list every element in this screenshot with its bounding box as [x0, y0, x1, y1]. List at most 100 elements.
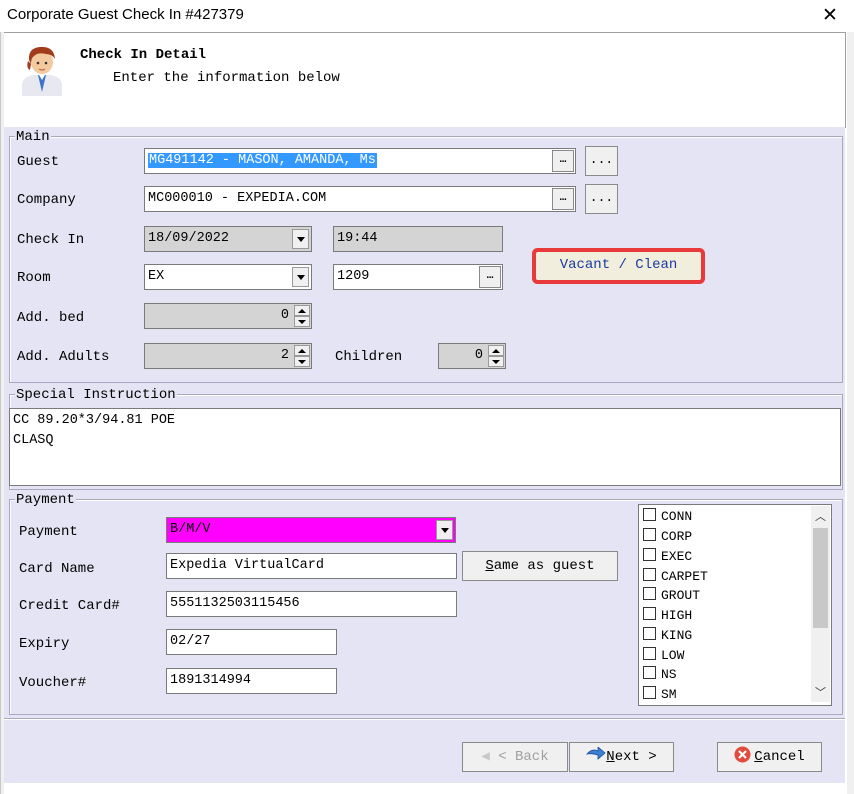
voucher-field[interactable]: 1891314994	[166, 668, 337, 694]
checkbox[interactable]	[643, 627, 656, 640]
add-adults-stepper[interactable]: 2	[144, 343, 312, 369]
preference-label: CARPET	[661, 569, 708, 584]
payment-label: Payment	[19, 524, 78, 540]
room-status-badge: Vacant / Clean	[536, 252, 701, 280]
special-instruction-textarea[interactable]: CC 89.20*3/94.81 POE CLASQ	[9, 408, 841, 486]
checkbox[interactable]	[643, 587, 656, 600]
next-arrow-icon	[586, 746, 606, 760]
card-name-label: Card Name	[19, 561, 95, 577]
back-label: < Back	[498, 749, 549, 765]
add-bed-value: 0	[280, 308, 289, 323]
spin-up-icon[interactable]	[294, 305, 310, 316]
add-bed-spinner[interactable]	[294, 305, 310, 327]
payment-method-select[interactable]: B/M/V	[166, 517, 456, 543]
checkbox[interactable]	[643, 686, 656, 699]
spin-up-icon[interactable]	[294, 345, 310, 356]
expiry-field[interactable]: 02/27	[166, 629, 337, 655]
check-in-time-field[interactable]: 19:44	[333, 226, 503, 252]
spin-down-icon[interactable]	[488, 356, 504, 367]
preference-label: CORP	[661, 529, 693, 544]
spin-up-icon[interactable]	[488, 345, 504, 356]
card-name-value: Expedia VirtualCard	[170, 558, 324, 573]
preference-item-king[interactable]: KING	[643, 626, 692, 646]
preference-item-grout[interactable]: GROUT	[643, 586, 700, 606]
checkbox[interactable]	[643, 666, 656, 679]
checkbox[interactable]	[643, 508, 656, 521]
credit-card-field[interactable]: 5551132503115456	[166, 591, 457, 617]
cancel-label: ancel	[762, 749, 805, 765]
children-spinner[interactable]	[488, 345, 504, 367]
checkbox[interactable]	[643, 647, 656, 660]
cancel-mnemonic: C	[754, 749, 763, 765]
preference-item-sm[interactable]: SM	[643, 685, 677, 705]
room-type-select[interactable]: EX	[144, 264, 312, 290]
add-adults-spinner[interactable]	[294, 345, 310, 367]
preference-label: HIGH	[661, 608, 693, 623]
preference-item-corp[interactable]: CORP	[643, 527, 692, 547]
preference-item-exec[interactable]: EXEC	[643, 547, 692, 567]
scroll-down-icon[interactable]: ﹀	[811, 684, 830, 702]
payment-method-value: B/M/V	[170, 522, 211, 537]
preference-label: GROUT	[661, 588, 701, 603]
company-lookup-button[interactable]: …	[552, 188, 574, 210]
same-as-guest-mnemonic: S	[485, 558, 494, 574]
preference-label: NS	[661, 667, 677, 682]
back-button[interactable]: ◀ < Back	[462, 742, 568, 772]
preference-item-ns[interactable]: NS	[643, 665, 677, 685]
company-value: MC000010 - EXPEDIA.COM	[148, 191, 327, 206]
chevron-down-icon[interactable]	[292, 267, 309, 287]
back-arrow-icon: ◀	[481, 749, 499, 765]
card-name-field[interactable]: Expedia VirtualCard	[166, 553, 457, 579]
room-type-value: EX	[148, 269, 165, 284]
same-as-guest-text: ame as guest	[493, 558, 595, 574]
room-number-value: 1209	[337, 269, 370, 284]
preference-label: SM	[661, 687, 677, 702]
scroll-up-icon[interactable]: ︿	[811, 508, 830, 526]
company-field[interactable]: MC000010 - EXPEDIA.COM	[144, 186, 576, 212]
room-label: Room	[17, 270, 51, 286]
preference-label: CONN	[661, 509, 693, 524]
children-stepper[interactable]: 0	[438, 343, 506, 369]
company-label: Company	[17, 192, 76, 208]
guest-field[interactable]: MG491142 - MASON, AMANDA, Ms	[144, 148, 576, 174]
checkbox[interactable]	[643, 528, 656, 541]
user-avatar-icon	[22, 46, 62, 96]
guest-browse-button[interactable]: ...	[585, 146, 618, 176]
chevron-down-icon[interactable]	[436, 520, 453, 540]
room-number-field[interactable]: 1209	[333, 264, 503, 290]
preference-item-conn[interactable]: CONN	[643, 507, 692, 527]
checkbox[interactable]	[643, 568, 656, 581]
check-in-date-field[interactable]: 18/09/2022	[144, 226, 312, 252]
special-instruction-label: Special Instruction	[15, 387, 177, 403]
preferences-checklist[interactable]: CONN CORP EXEC CARPET GROUT HIGH KING LO…	[638, 504, 832, 706]
checkbox[interactable]	[643, 548, 656, 561]
guest-value: MG491142 - MASON, AMANDA, Ms	[148, 153, 377, 168]
scrollbar-thumb[interactable]	[813, 528, 828, 628]
preference-item-carpet[interactable]: CARPET	[643, 567, 708, 587]
spin-down-icon[interactable]	[294, 356, 310, 367]
spin-down-icon[interactable]	[294, 316, 310, 327]
close-icon[interactable]: ✕	[818, 2, 842, 28]
guest-lookup-button[interactable]: …	[552, 150, 574, 172]
room-lookup-button[interactable]: …	[479, 266, 501, 288]
preferences-scrollbar[interactable]: ︿ ﹀	[811, 506, 830, 702]
chevron-down-icon[interactable]	[292, 229, 309, 249]
voucher-value: 1891314994	[170, 673, 252, 688]
next-mnemonic: N	[606, 749, 615, 765]
add-bed-stepper[interactable]: 0	[144, 303, 312, 329]
voucher-label: Voucher#	[19, 675, 87, 691]
payment-group-label: Payment	[15, 492, 76, 508]
preference-item-low[interactable]: LOW	[643, 646, 684, 666]
check-in-time-value: 19:44	[337, 231, 378, 246]
checkbox[interactable]	[643, 607, 656, 620]
check-in-label: Check In	[17, 232, 85, 248]
next-button[interactable]: Next >	[569, 742, 674, 772]
header-subtitle: Enter the information below	[113, 70, 340, 86]
company-browse-button[interactable]: ...	[585, 184, 618, 214]
preference-item-high[interactable]: HIGH	[643, 606, 692, 626]
instruction-line: CLASQ	[13, 433, 54, 448]
cancel-button[interactable]: Cancel	[717, 742, 822, 772]
children-label: Children	[335, 349, 403, 365]
preference-label: LOW	[661, 648, 685, 663]
same-as-guest-button[interactable]: Same as guest	[462, 551, 618, 581]
